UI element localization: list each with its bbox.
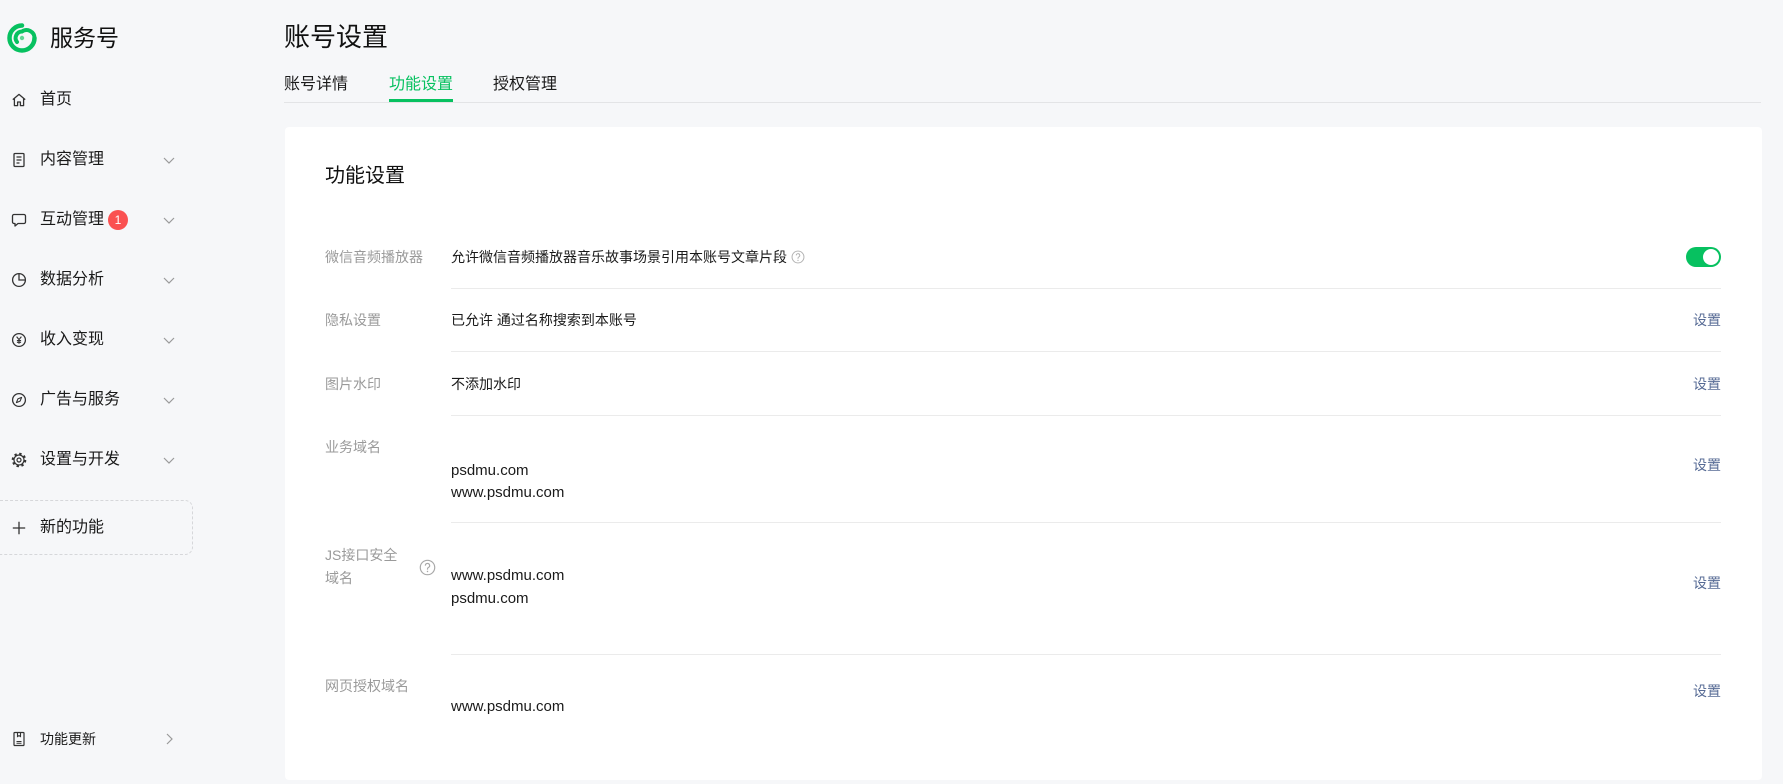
- app-name: 服务号: [50, 25, 119, 51]
- tab-label: 账号详情: [284, 76, 349, 93]
- feature-updates-label: 功能更新: [40, 731, 96, 747]
- compass-icon: [11, 392, 27, 408]
- sidebar-item-ads[interactable]: 广告与服务: [0, 370, 210, 430]
- tab-feature-settings[interactable]: 功能设置: [389, 70, 454, 102]
- new-feature-label: 新的功能: [40, 519, 105, 536]
- notification-badge: 1: [108, 210, 129, 230]
- sidebar-item-analytics[interactable]: 数据分析: [0, 250, 210, 310]
- notebook-icon: [13, 731, 25, 747]
- help-icon[interactable]: [419, 559, 436, 576]
- sidebar-item-home[interactable]: 首页: [0, 70, 210, 130]
- privacy-settings-link[interactable]: 设置: [1693, 310, 1721, 330]
- domain-value: www.psdmu.com: [451, 567, 565, 584]
- tab-label: 授权管理: [493, 76, 558, 93]
- setting-value: 允许微信音频播放器音乐故事场景引用本账号文章片段: [451, 247, 805, 267]
- domain-list: www.psdmu.com psdmu.com: [451, 564, 564, 610]
- sidebar-item-label: 首页: [40, 91, 73, 108]
- new-feature-button[interactable]: 新的功能: [0, 500, 193, 555]
- setting-row-web-auth-domain: 网页授权域名 www.psdmu.com 设置: [285, 655, 1762, 775]
- sidebar-item-label: 数据分析: [40, 271, 105, 288]
- sidebar-item-label: 互动管理: [40, 211, 105, 228]
- setting-row-privacy: 隐私设置 已允许 通过名称搜索到本账号 设置: [285, 289, 1762, 352]
- sidebar-item-settings[interactable]: 设置与开发: [0, 430, 210, 490]
- tab-bar: 账号详情 功能设置 授权管理: [284, 70, 1761, 103]
- service-account-logo-icon: [7, 23, 37, 53]
- gear-icon: [11, 452, 27, 468]
- tab-active-indicator: [389, 99, 454, 102]
- domain-value: www.psdmu.com: [451, 698, 565, 715]
- sidebar-item-monetization[interactable]: 收入变现: [0, 310, 210, 370]
- setting-row-business-domain: 业务域名 psdmu.com www.psdmu.com 设置: [285, 416, 1762, 523]
- chevron-right-icon[interactable]: [161, 731, 177, 747]
- pie-chart-icon: [11, 272, 27, 288]
- setting-label: 业务域名: [325, 439, 381, 455]
- audio-player-toggle[interactable]: [1686, 247, 1721, 267]
- setting-label: JS接口安全域名: [325, 547, 398, 586]
- setting-value: 不添加水印: [451, 376, 521, 392]
- yuan-icon: [11, 332, 27, 348]
- tab-authorization[interactable]: 授权管理: [493, 70, 557, 102]
- domain-value: psdmu.com: [451, 462, 529, 479]
- settings-card: 功能设置 微信音频播放器 允许微信音频播放器音乐故事场景引用本账号文章片段 隐私…: [285, 127, 1762, 780]
- tab-account-details[interactable]: 账号详情: [284, 70, 348, 102]
- sidebar-item-label: 内容管理: [40, 151, 105, 168]
- setting-row-audio-player: 微信音频播放器 允许微信音频播放器音乐故事场景引用本账号文章片段: [285, 225, 1762, 289]
- business-domain-settings-link[interactable]: 设置: [1693, 455, 1721, 475]
- sidebar-item-label: 广告与服务: [40, 391, 121, 408]
- domain-list: psdmu.com www.psdmu.com: [451, 460, 564, 504]
- sidebar-nav: 首页 内容管理 互动管理 1 数据分析 收入变现 广告与服务 设置与开发: [0, 70, 210, 490]
- toggle-knob: [1703, 249, 1719, 265]
- page-title: 账号设置: [284, 22, 389, 52]
- tab-label: 功能设置: [389, 76, 454, 93]
- feature-updates-link[interactable]: 功能更新: [0, 719, 210, 759]
- setting-value: 已允许 通过名称搜索到本账号: [451, 312, 637, 328]
- domain-list: www.psdmu.com: [451, 696, 564, 718]
- domain-value: psdmu.com: [451, 590, 529, 607]
- setting-row-js-domain: JS接口安全域名 www.psdmu.com psdmu.com 设置: [285, 523, 1762, 655]
- setting-description: 允许微信音频播放器音乐故事场景引用本账号文章片段: [451, 249, 787, 265]
- chevron-down-icon[interactable]: [161, 272, 177, 288]
- domain-value: www.psdmu.com: [451, 484, 565, 501]
- chevron-down-icon[interactable]: [161, 452, 177, 468]
- setting-row-watermark: 图片水印 不添加水印 设置: [285, 352, 1762, 416]
- setting-label: 网页授权域名: [325, 678, 409, 694]
- plus-icon: [12, 521, 26, 535]
- chevron-down-icon[interactable]: [161, 392, 177, 408]
- section-title: 功能设置: [325, 165, 405, 187]
- sidebar-item-label: 设置与开发: [40, 451, 121, 468]
- sidebar: 服务号 首页 内容管理 互动管理 1 数据分析 收入变现 广告与服务 设置与开发…: [0, 0, 210, 784]
- document-icon: [13, 152, 25, 168]
- js-domain-settings-link[interactable]: 设置: [1693, 573, 1721, 593]
- chevron-down-icon[interactable]: [161, 212, 177, 228]
- app-logo[interactable]: 服务号: [6, 22, 119, 54]
- help-icon[interactable]: [791, 250, 805, 264]
- sidebar-item-content[interactable]: 内容管理: [0, 130, 210, 190]
- home-icon: [12, 93, 26, 107]
- sidebar-item-interaction[interactable]: 互动管理 1: [0, 190, 210, 250]
- watermark-settings-link[interactable]: 设置: [1693, 374, 1721, 394]
- chat-icon: [11, 213, 27, 227]
- setting-label: 微信音频播放器: [325, 249, 423, 265]
- setting-label: 图片水印: [325, 376, 381, 392]
- chevron-down-icon[interactable]: [161, 152, 177, 168]
- web-auth-domain-settings-link[interactable]: 设置: [1693, 681, 1721, 701]
- sidebar-item-label: 收入变现: [40, 331, 105, 348]
- chevron-down-icon[interactable]: [161, 332, 177, 348]
- setting-label: 隐私设置: [325, 312, 381, 328]
